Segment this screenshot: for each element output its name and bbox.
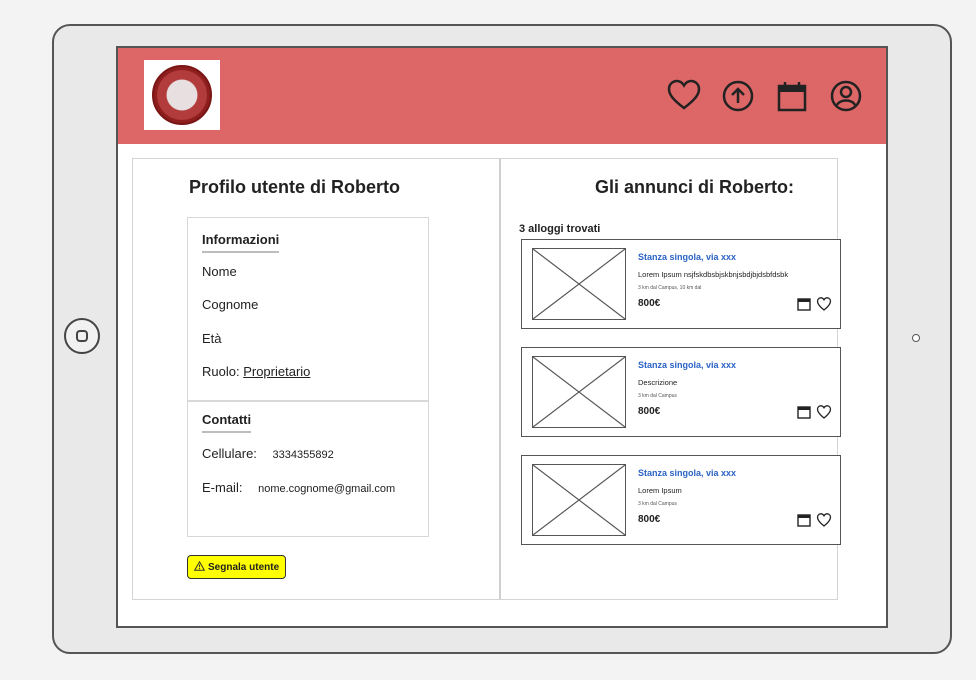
screen: Profilo utente di Roberto Informazioni N…: [116, 46, 888, 628]
calendar-icon[interactable]: [774, 78, 810, 114]
listing-description: Descrizione: [638, 378, 678, 387]
phone-value: 3334355892: [272, 449, 334, 461]
heart-icon[interactable]: [816, 296, 832, 312]
heart-icon[interactable]: [816, 404, 832, 420]
role-value[interactable]: Proprietario: [243, 364, 310, 379]
placeholder-image: [532, 464, 626, 536]
listing-price: 800€: [638, 406, 661, 417]
listing-distance: 3 km dal Campus: [638, 393, 677, 399]
listing-title[interactable]: Stanza singola, via xxx: [638, 360, 736, 370]
calendar-icon[interactable]: [796, 404, 812, 420]
info-header: Informazioni: [202, 232, 280, 253]
listing-description: Lorem Ipsum: [638, 486, 682, 495]
listing-card[interactable]: Stanza singola, via xxx Lorem Ipsum nsjf…: [521, 239, 841, 329]
listing-distance: 3 km dal Campus: [638, 501, 677, 507]
listing-actions: [796, 404, 832, 420]
contacts-header: Contatti: [202, 412, 252, 433]
listing-title[interactable]: Stanza singola, via xxx: [638, 468, 736, 478]
listing-title[interactable]: Stanza singola, via xxx: [638, 252, 736, 262]
listings-count: 3 alloggi trovati: [519, 223, 601, 235]
phone-label: Cellulare:: [202, 446, 257, 461]
home-button[interactable]: [64, 318, 100, 354]
column-divider: [499, 159, 501, 599]
name-label: Nome: [202, 264, 237, 279]
calendar-icon[interactable]: [796, 296, 812, 312]
role-label: Ruolo:: [202, 364, 240, 379]
listing-actions: [796, 296, 832, 312]
listing-price: 800€: [638, 514, 661, 525]
listing-distance: 3 km dal Campus, 10 km dal: [638, 285, 702, 291]
heart-icon[interactable]: [666, 78, 702, 114]
profile-info-box: Informazioni Nome Cognome Età Ruolo: Pro…: [187, 217, 429, 537]
seal-icon: [152, 65, 212, 125]
email-label: E-mail:: [202, 480, 243, 495]
listings-title: Gli annunci di Roberto:: [595, 177, 794, 197]
role-row: Ruolo: Proprietario: [202, 364, 310, 379]
profile-title: Profilo utente di Roberto: [189, 177, 400, 197]
listing-card[interactable]: Stanza singola, via xxx Lorem Ipsum 3 km…: [521, 455, 841, 545]
university-logo[interactable]: [144, 60, 220, 130]
placeholder-image: [532, 356, 626, 428]
report-user-label: Segnala utente: [208, 561, 280, 573]
report-user-button[interactable]: Segnala utente: [187, 555, 287, 579]
warning-icon: [193, 560, 206, 574]
app-header: [118, 48, 886, 144]
listing-card[interactable]: Stanza singola, via xxx Descrizione 3 km…: [521, 347, 841, 437]
email-value: nome.cognome@gmail.com: [258, 483, 396, 495]
phone-row: Cellulare: 3334355892: [202, 446, 334, 461]
email-row: E-mail: nome.cognome@gmail.com: [202, 480, 395, 495]
user-icon[interactable]: [828, 78, 864, 114]
main-content: Profilo utente di Roberto Informazioni N…: [132, 158, 841, 600]
calendar-icon[interactable]: [796, 512, 812, 528]
home-icon: [76, 330, 88, 342]
age-label: Età: [202, 331, 222, 346]
surname-label: Cognome: [202, 297, 259, 312]
listing-actions: [796, 512, 832, 528]
heart-icon[interactable]: [816, 512, 832, 528]
header-actions: [666, 78, 864, 114]
listing-price: 800€: [638, 298, 661, 309]
upload-icon[interactable]: [720, 78, 756, 114]
section-divider: [188, 400, 428, 402]
camera-dot: [912, 334, 920, 342]
placeholder-image: [532, 248, 626, 320]
listing-description: Lorem Ipsum nsjfskdbsbjskbnjsbdjbjdsbfds…: [638, 270, 789, 279]
